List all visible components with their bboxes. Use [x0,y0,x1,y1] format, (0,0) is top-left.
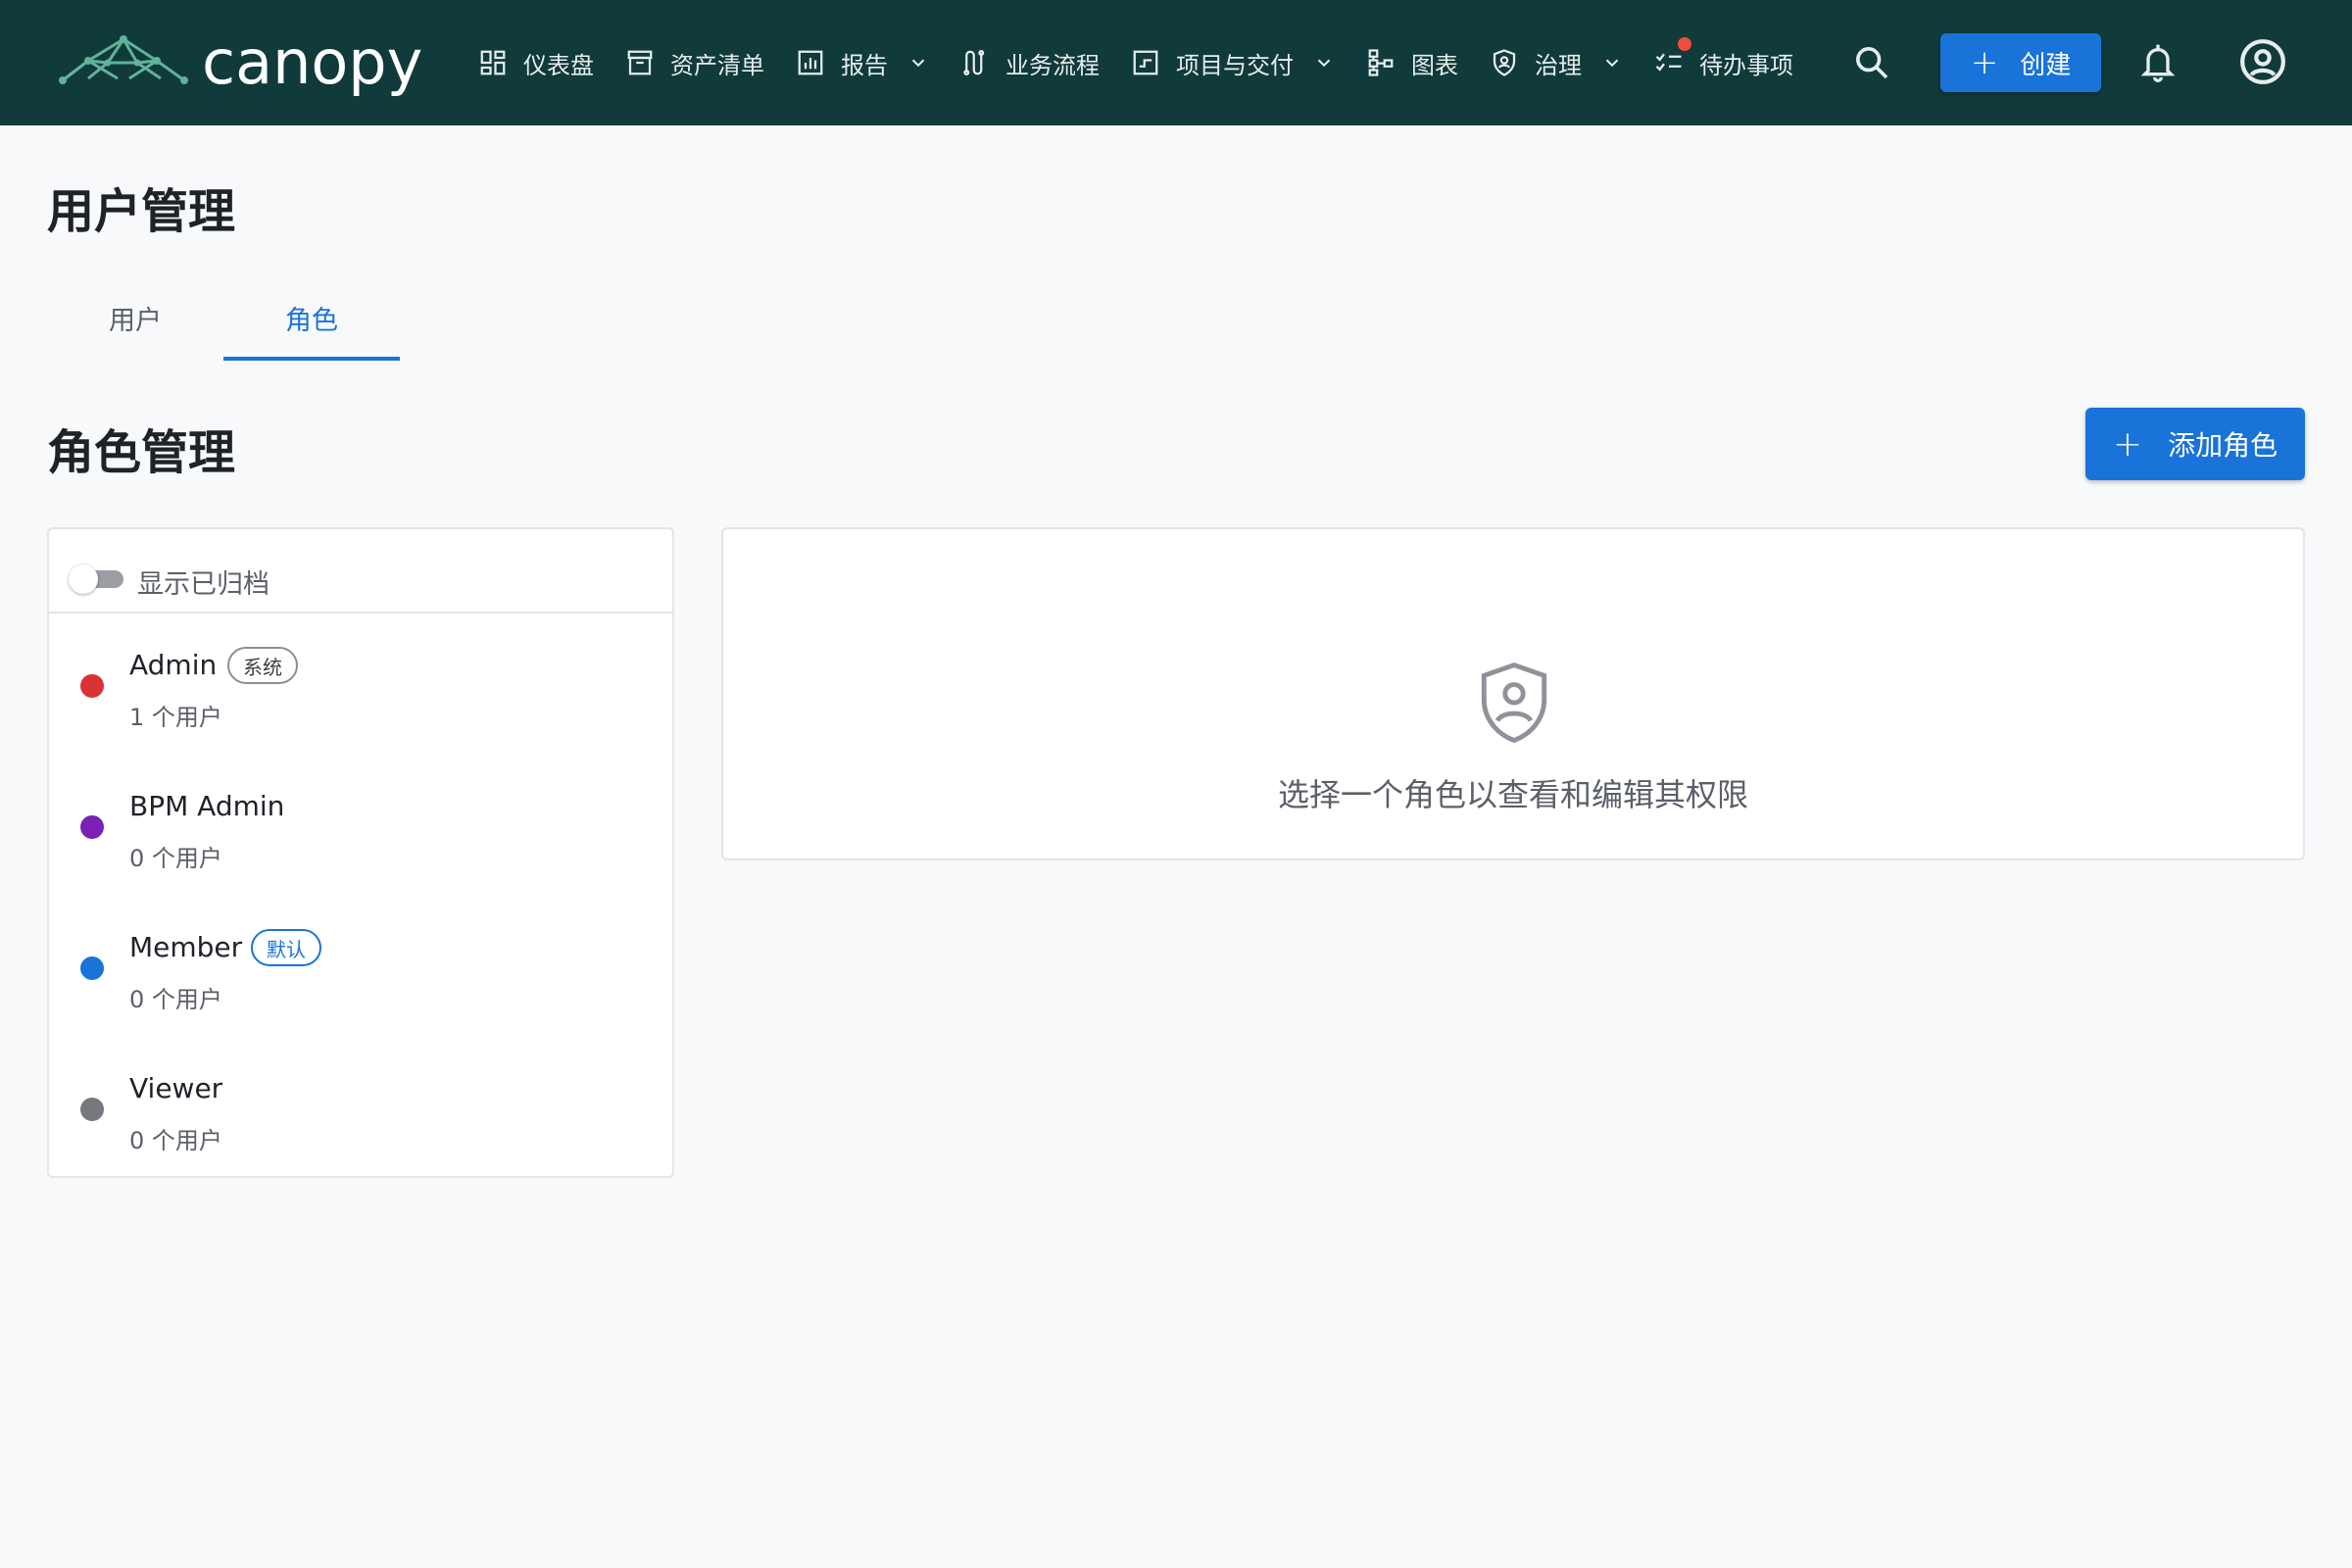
tab-users[interactable]: 用户 [47,274,223,361]
section-title: 角色管理 [47,425,236,480]
role-item-admin[interactable]: Admin 系统 1 个用户 [49,613,672,755]
create-button-label: 创建 [2020,50,2072,80]
toggle-knob [69,564,98,594]
tab-bar: 用户 角色 [47,274,400,361]
role-user-count: 0 个用户 [129,1127,222,1154]
shield-user-icon [1481,662,1547,744]
page-title: 用户管理 [47,184,236,239]
top-navigation-bar: canopy 仪表盘 资产清单 报告 业务流程 项目与交付 图表 治理 待办事项… [0,0,2352,125]
create-button[interactable]: + 创建 [1940,33,2101,92]
role-item-member[interactable]: Member 默认 0 个用户 [49,896,672,1037]
dashboard-icon [480,50,506,75]
empty-state-message: 选择一个角色以查看和编辑其权限 [1277,776,1748,813]
account-icon[interactable] [2238,37,2287,86]
search-icon[interactable] [1852,43,1891,82]
plus-icon: + [2112,423,2143,465]
role-color-dot [80,956,104,980]
app-logo[interactable]: canopy [59,27,422,98]
add-role-button[interactable]: + 添加角色 [2085,408,2305,480]
chevron-down-icon [1605,59,1619,68]
nav-item-label: 项目与交付 [1176,51,1294,79]
show-archived-row: 显示已归档 [49,529,672,613]
checklist-icon [1655,53,1682,72]
nav-item-projects[interactable]: 项目与交付 [1131,0,1335,125]
chevron-down-icon [911,59,925,68]
tab-roles[interactable]: 角色 [223,274,400,361]
main-nav: 仪表盘 资产清单 报告 业务流程 项目与交付 图表 治理 待办事项 [478,0,1825,125]
nav-item-label: 报告 [841,51,888,79]
workflow-icon [963,50,985,75]
nav-item-governance[interactable]: 治理 [1490,0,1623,125]
show-archived-label: 显示已归档 [137,569,270,600]
role-user-count: 1 个用户 [129,704,222,731]
notification-dot [1678,37,1691,51]
shield-icon [1493,49,1516,76]
nav-item-label: 仪表盘 [523,51,594,79]
canopy-logo-icon [59,35,188,84]
role-name: Viewer [129,1072,223,1104]
notifications-bell-icon[interactable] [2138,41,2178,84]
project-icon [1133,50,1158,75]
nav-item-label: 资产清单 [670,51,764,79]
nav-item-todo[interactable]: 待办事项 [1654,0,1793,125]
nav-item-label: 业务流程 [1005,51,1100,79]
default-badge: 默认 [251,929,321,966]
role-color-dot [80,815,104,839]
role-detail-panel: 选择一个角色以查看和编辑其权限 [721,527,2305,860]
role-user-count: 0 个用户 [129,986,222,1013]
report-icon [798,50,823,75]
nav-item-label: 待办事项 [1699,51,1793,79]
diagram-icon [1368,49,1394,76]
role-name: Member [129,931,243,963]
add-role-button-label: 添加角色 [2168,429,2278,462]
show-archived-toggle[interactable] [69,564,123,594]
role-name: BPM Admin [129,790,285,822]
nav-item-dashboard[interactable]: 仪表盘 [478,0,594,125]
nav-item-label: 图表 [1411,51,1458,79]
nav-item-label: 治理 [1535,51,1582,79]
chevron-down-icon [1317,59,1331,68]
plus-icon: + [1970,43,1999,82]
nav-item-inventory[interactable]: 资产清单 [625,0,764,125]
role-color-dot [80,674,104,698]
role-item-viewer[interactable]: Viewer 0 个用户 [49,1037,672,1178]
nav-item-diagrams[interactable]: 图表 [1366,0,1458,125]
logo-text: canopy [202,26,423,98]
archive-icon [627,50,653,75]
role-user-count: 0 个用户 [129,845,222,872]
nav-item-reports[interactable]: 报告 [796,0,929,125]
role-item-bpm-admin[interactable]: BPM Admin 0 个用户 [49,755,672,896]
system-badge: 系统 [227,647,298,684]
role-name: Admin [129,649,218,681]
role-color-dot [80,1098,104,1121]
role-list-panel: 显示已归档 Admin 系统 1 个用户 BPM Admin 0 个用户 Mem… [47,527,674,1178]
nav-item-business-process[interactable]: 业务流程 [960,0,1100,125]
